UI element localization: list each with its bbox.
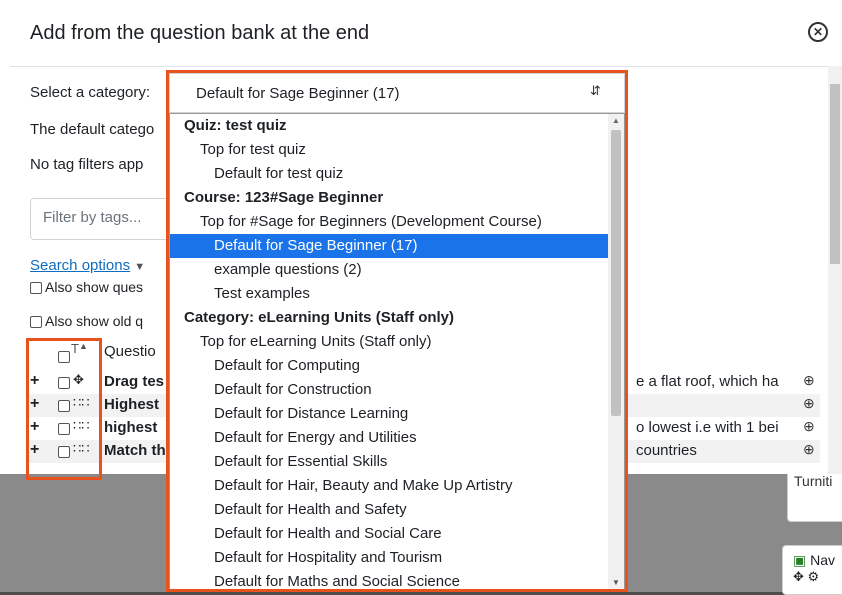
question-column-header[interactable]: Questio — [104, 343, 156, 360]
annotation-highlight-rows — [26, 338, 102, 480]
also-show-old-label: Also show old q — [45, 313, 144, 329]
caret-down-icon: ▼ — [134, 261, 146, 273]
tag-filter-placeholder: Filter by tags... — [43, 209, 142, 226]
preview-zoom-icon[interactable]: ⊕ — [803, 372, 815, 389]
preview-zoom-icon[interactable]: ⊕ — [803, 418, 815, 435]
block-controls[interactable]: ✥ ⚙ — [793, 569, 841, 585]
close-circle-icon[interactable]: ✕ — [808, 22, 828, 42]
question-text: e a flat roof, which ha — [636, 373, 779, 390]
also-show-questions-option[interactable]: Also show ques — [30, 279, 143, 295]
question-name: Match th — [104, 442, 166, 459]
question-text: o lowest i.e with 1 bei — [636, 419, 779, 436]
also-show-old-checkbox[interactable] — [30, 316, 42, 329]
category-label: Select a category: — [30, 84, 151, 101]
annotation-highlight-dropdown — [166, 70, 628, 592]
navigation-block: ▣ Nav ✥ ⚙ — [782, 545, 842, 595]
modal-header: Add from the question bank at the end ✕ — [10, 8, 842, 67]
question-name: Highest — [104, 396, 160, 413]
preview-zoom-icon[interactable]: ⊕ — [803, 441, 815, 458]
question-name: highest — [104, 419, 158, 436]
search-options-link[interactable]: Search options — [30, 257, 130, 274]
turnitin-label: Turniti — [794, 473, 833, 489]
nav-label: Nav — [810, 552, 836, 568]
question-name: Drag tes — [104, 373, 165, 390]
preview-zoom-icon[interactable]: ⊕ — [803, 395, 815, 412]
search-options-toggle[interactable]: Search options ▼ — [30, 257, 145, 274]
sitemap-icon: ▣ — [793, 552, 807, 568]
modal-scrollbar-thumb[interactable] — [830, 84, 840, 264]
question-text: countries — [636, 442, 697, 459]
modal-title: Add from the question bank at the end — [30, 22, 370, 44]
also-show-questions-checkbox[interactable] — [30, 282, 42, 295]
also-show-questions-label: Also show ques — [45, 279, 144, 295]
default-category-text: The default catego — [30, 121, 155, 138]
tag-filters-text: No tag filters app — [30, 156, 144, 173]
also-show-old-option[interactable]: Also show old q — [30, 313, 143, 329]
